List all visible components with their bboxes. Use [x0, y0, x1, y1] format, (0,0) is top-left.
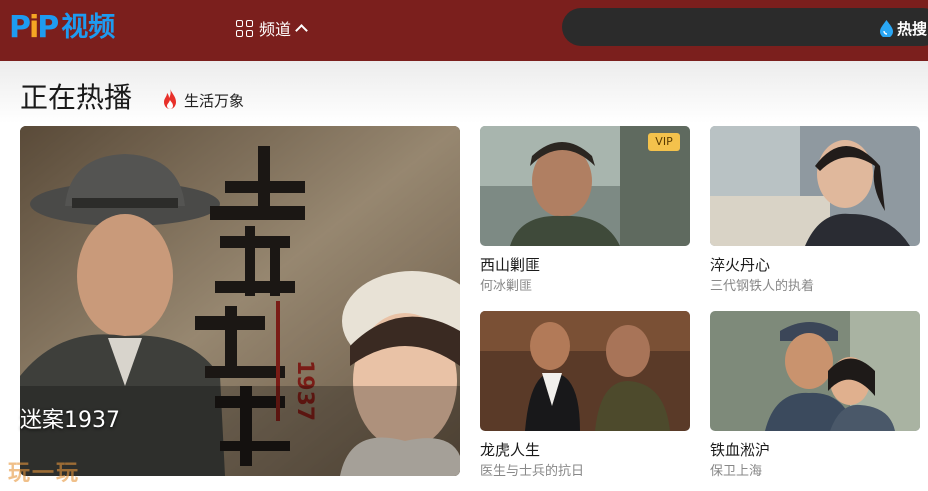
video-title: 淬火丹心: [710, 256, 771, 274]
top-header: PiP 视频 频道 热搜: [0, 0, 928, 61]
grid-icon: [236, 19, 253, 37]
video-thumbnail: [480, 311, 690, 431]
video-card[interactable]: 铁血淞沪 保卫上海: [710, 311, 920, 481]
flame-icon: [164, 88, 176, 109]
hot-search-label: 热搜: [897, 19, 928, 38]
drop-icon: [880, 19, 893, 37]
video-thumbnail: [710, 126, 920, 246]
logo-mark: PiP: [9, 10, 59, 45]
featured-title: 迷案1937: [20, 408, 120, 433]
channel-menu-button[interactable]: 频道: [236, 16, 308, 40]
section-band: [0, 61, 928, 123]
hot-search-button[interactable]: 热搜: [880, 16, 927, 40]
video-title: 龙虎人生: [480, 441, 541, 459]
video-subtitle: 何冰剿匪: [480, 279, 533, 294]
channel-label: 频道: [259, 20, 292, 39]
video-card[interactable]: 龙虎人生 医生与士兵的抗日: [480, 311, 690, 481]
site-logo[interactable]: PiP 视频: [9, 10, 115, 46]
video-title: 西山剿匪: [480, 256, 541, 274]
video-thumbnail: VIP: [480, 126, 690, 246]
video-subtitle: 医生与士兵的抗日: [480, 464, 585, 479]
video-subtitle: 三代钢铁人的执着: [710, 279, 815, 294]
watermark: 玩一玩: [8, 461, 81, 486]
search-input[interactable]: [562, 8, 928, 46]
logo-text: 视频: [61, 12, 116, 43]
chevron-up-icon: [295, 24, 308, 37]
video-thumbnail: [710, 311, 920, 431]
video-card[interactable]: VIP 西山剿匪 何冰剿匪: [480, 126, 690, 296]
video-title: 铁血淞沪: [710, 441, 771, 459]
video-card[interactable]: 淬火丹心 三代钢铁人的执着: [710, 126, 920, 296]
vip-badge: VIP: [648, 133, 680, 151]
section-title: 正在热播: [20, 81, 133, 114]
video-subtitle: 保卫上海: [710, 464, 763, 479]
section-tag-label: 生活万象: [184, 91, 245, 110]
section-tag[interactable]: 生活万象: [160, 87, 244, 113]
